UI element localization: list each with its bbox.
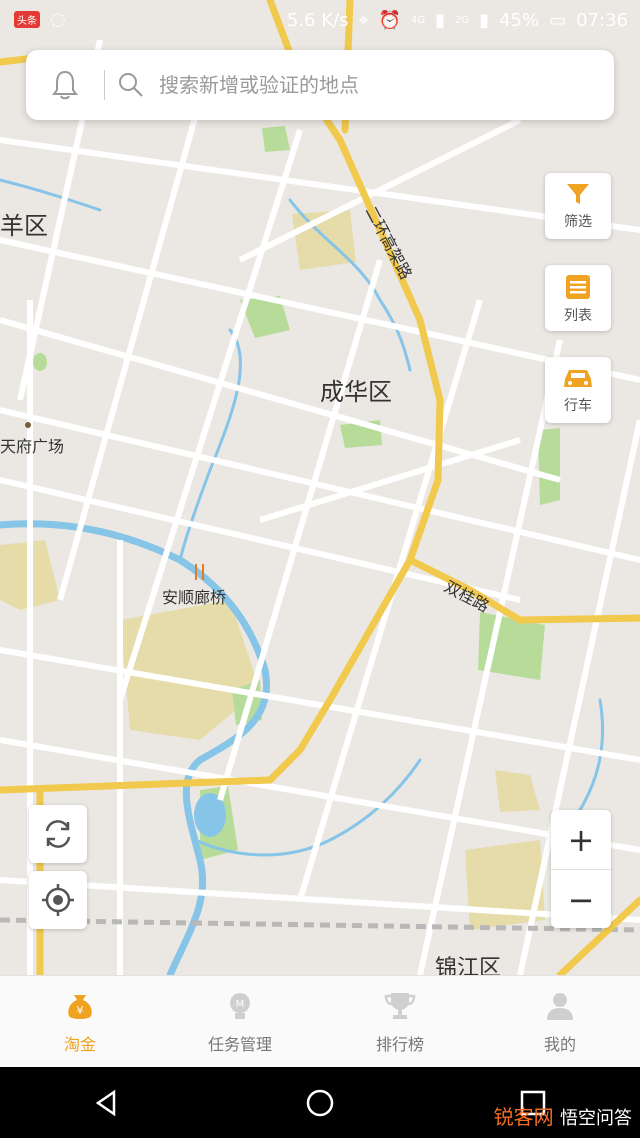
network-2g: 2G — [455, 14, 470, 26]
money-bag-icon: ¥ — [68, 995, 92, 1019]
district-label-jinjiang: 锦江区 — [435, 956, 501, 975]
signal-icon-2: ▮ — [479, 9, 490, 31]
toutiao-badge: 头条 — [14, 11, 40, 28]
status-bar: 头条 ◌ 5.6 K/s ⌖ ⏰ 4G ▮ 2G ▮ 45% ▭ 07:36 — [0, 0, 640, 40]
location-icon: ⌖ — [358, 9, 369, 31]
tab-taojin[interactable]: ¥ 淘金 — [0, 976, 160, 1068]
car-icon — [564, 370, 592, 387]
user-icon — [547, 993, 573, 1020]
minus-icon: − — [567, 880, 595, 919]
signal-icon: ▮ — [435, 9, 446, 31]
locate-button[interactable] — [29, 871, 87, 929]
battery-icon: ▭ — [549, 9, 567, 31]
poi-label-tianfu-square[interactable]: 天府广场 — [0, 437, 64, 456]
poi-label-anshun-bridge[interactable]: 安顺廊桥 — [162, 588, 226, 607]
map-canvas[interactable]: 羊区 成华区 锦江区 二环高架路 双桂路 天府广场 安顺廊桥 — [0, 0, 640, 975]
filter-label: 筛选 — [564, 214, 592, 230]
search-input[interactable] — [157, 72, 581, 98]
tab-task-management[interactable]: M 任务管理 — [160, 976, 320, 1068]
back-icon[interactable] — [92, 1088, 122, 1118]
district-label-west: 羊区 — [0, 212, 48, 240]
tab-leaderboard[interactable]: 排行榜 — [320, 976, 480, 1068]
notification-button[interactable] — [26, 50, 104, 120]
lightbulb-icon: M — [230, 993, 250, 1019]
battery-level: 45% — [499, 9, 540, 31]
network-4g: 4G — [411, 14, 426, 26]
home-icon[interactable] — [305, 1088, 335, 1118]
trophy-icon — [384, 993, 416, 1019]
search-icon — [105, 71, 157, 99]
plus-icon: + — [567, 820, 595, 859]
district-label-chenghua: 成华区 — [320, 378, 392, 406]
clock: 07:36 — [576, 9, 628, 31]
zoom-out-button[interactable]: − — [551, 869, 611, 929]
drive-label: 行车 — [564, 398, 592, 414]
alarm-icon: ⏰ — [378, 9, 402, 31]
network-speed: 5.6 K/s — [286, 9, 349, 31]
crosshair-icon — [42, 884, 74, 916]
tab-profile[interactable]: 我的 — [480, 976, 640, 1068]
bell-icon — [52, 70, 78, 100]
list-button[interactable]: 列表 — [545, 265, 611, 331]
list-icon — [566, 275, 590, 299]
tab-label: 排行榜 — [375, 1035, 424, 1054]
poi-dot-tianfu — [25, 422, 31, 428]
watermark-sub: 悟空问答 — [560, 1108, 632, 1129]
tab-label: 任务管理 — [207, 1035, 272, 1054]
zoom-in-button[interactable]: + — [551, 810, 611, 869]
search-bar — [26, 50, 614, 120]
refresh-button[interactable] — [29, 805, 87, 863]
tab-label: 淘金 — [63, 1035, 96, 1054]
zoom-control: + − — [551, 810, 611, 928]
watermark: 锐客网 悟空问答 — [494, 1101, 632, 1130]
filter-icon — [567, 184, 589, 204]
filter-button[interactable]: 筛选 — [545, 173, 611, 239]
tab-label: 我的 — [543, 1035, 576, 1054]
drive-button[interactable]: 行车 — [545, 357, 611, 423]
bottom-tab-bar: ¥ 淘金 M 任务管理 排行榜 我的 — [0, 975, 640, 1068]
watermark-main: 锐客网 — [493, 1105, 554, 1129]
svg-text:¥: ¥ — [77, 1004, 84, 1017]
list-label: 列表 — [564, 308, 592, 324]
refresh-icon — [45, 820, 71, 848]
loading-icon: ◌ — [50, 9, 66, 30]
svg-text:M: M — [236, 999, 245, 1010]
